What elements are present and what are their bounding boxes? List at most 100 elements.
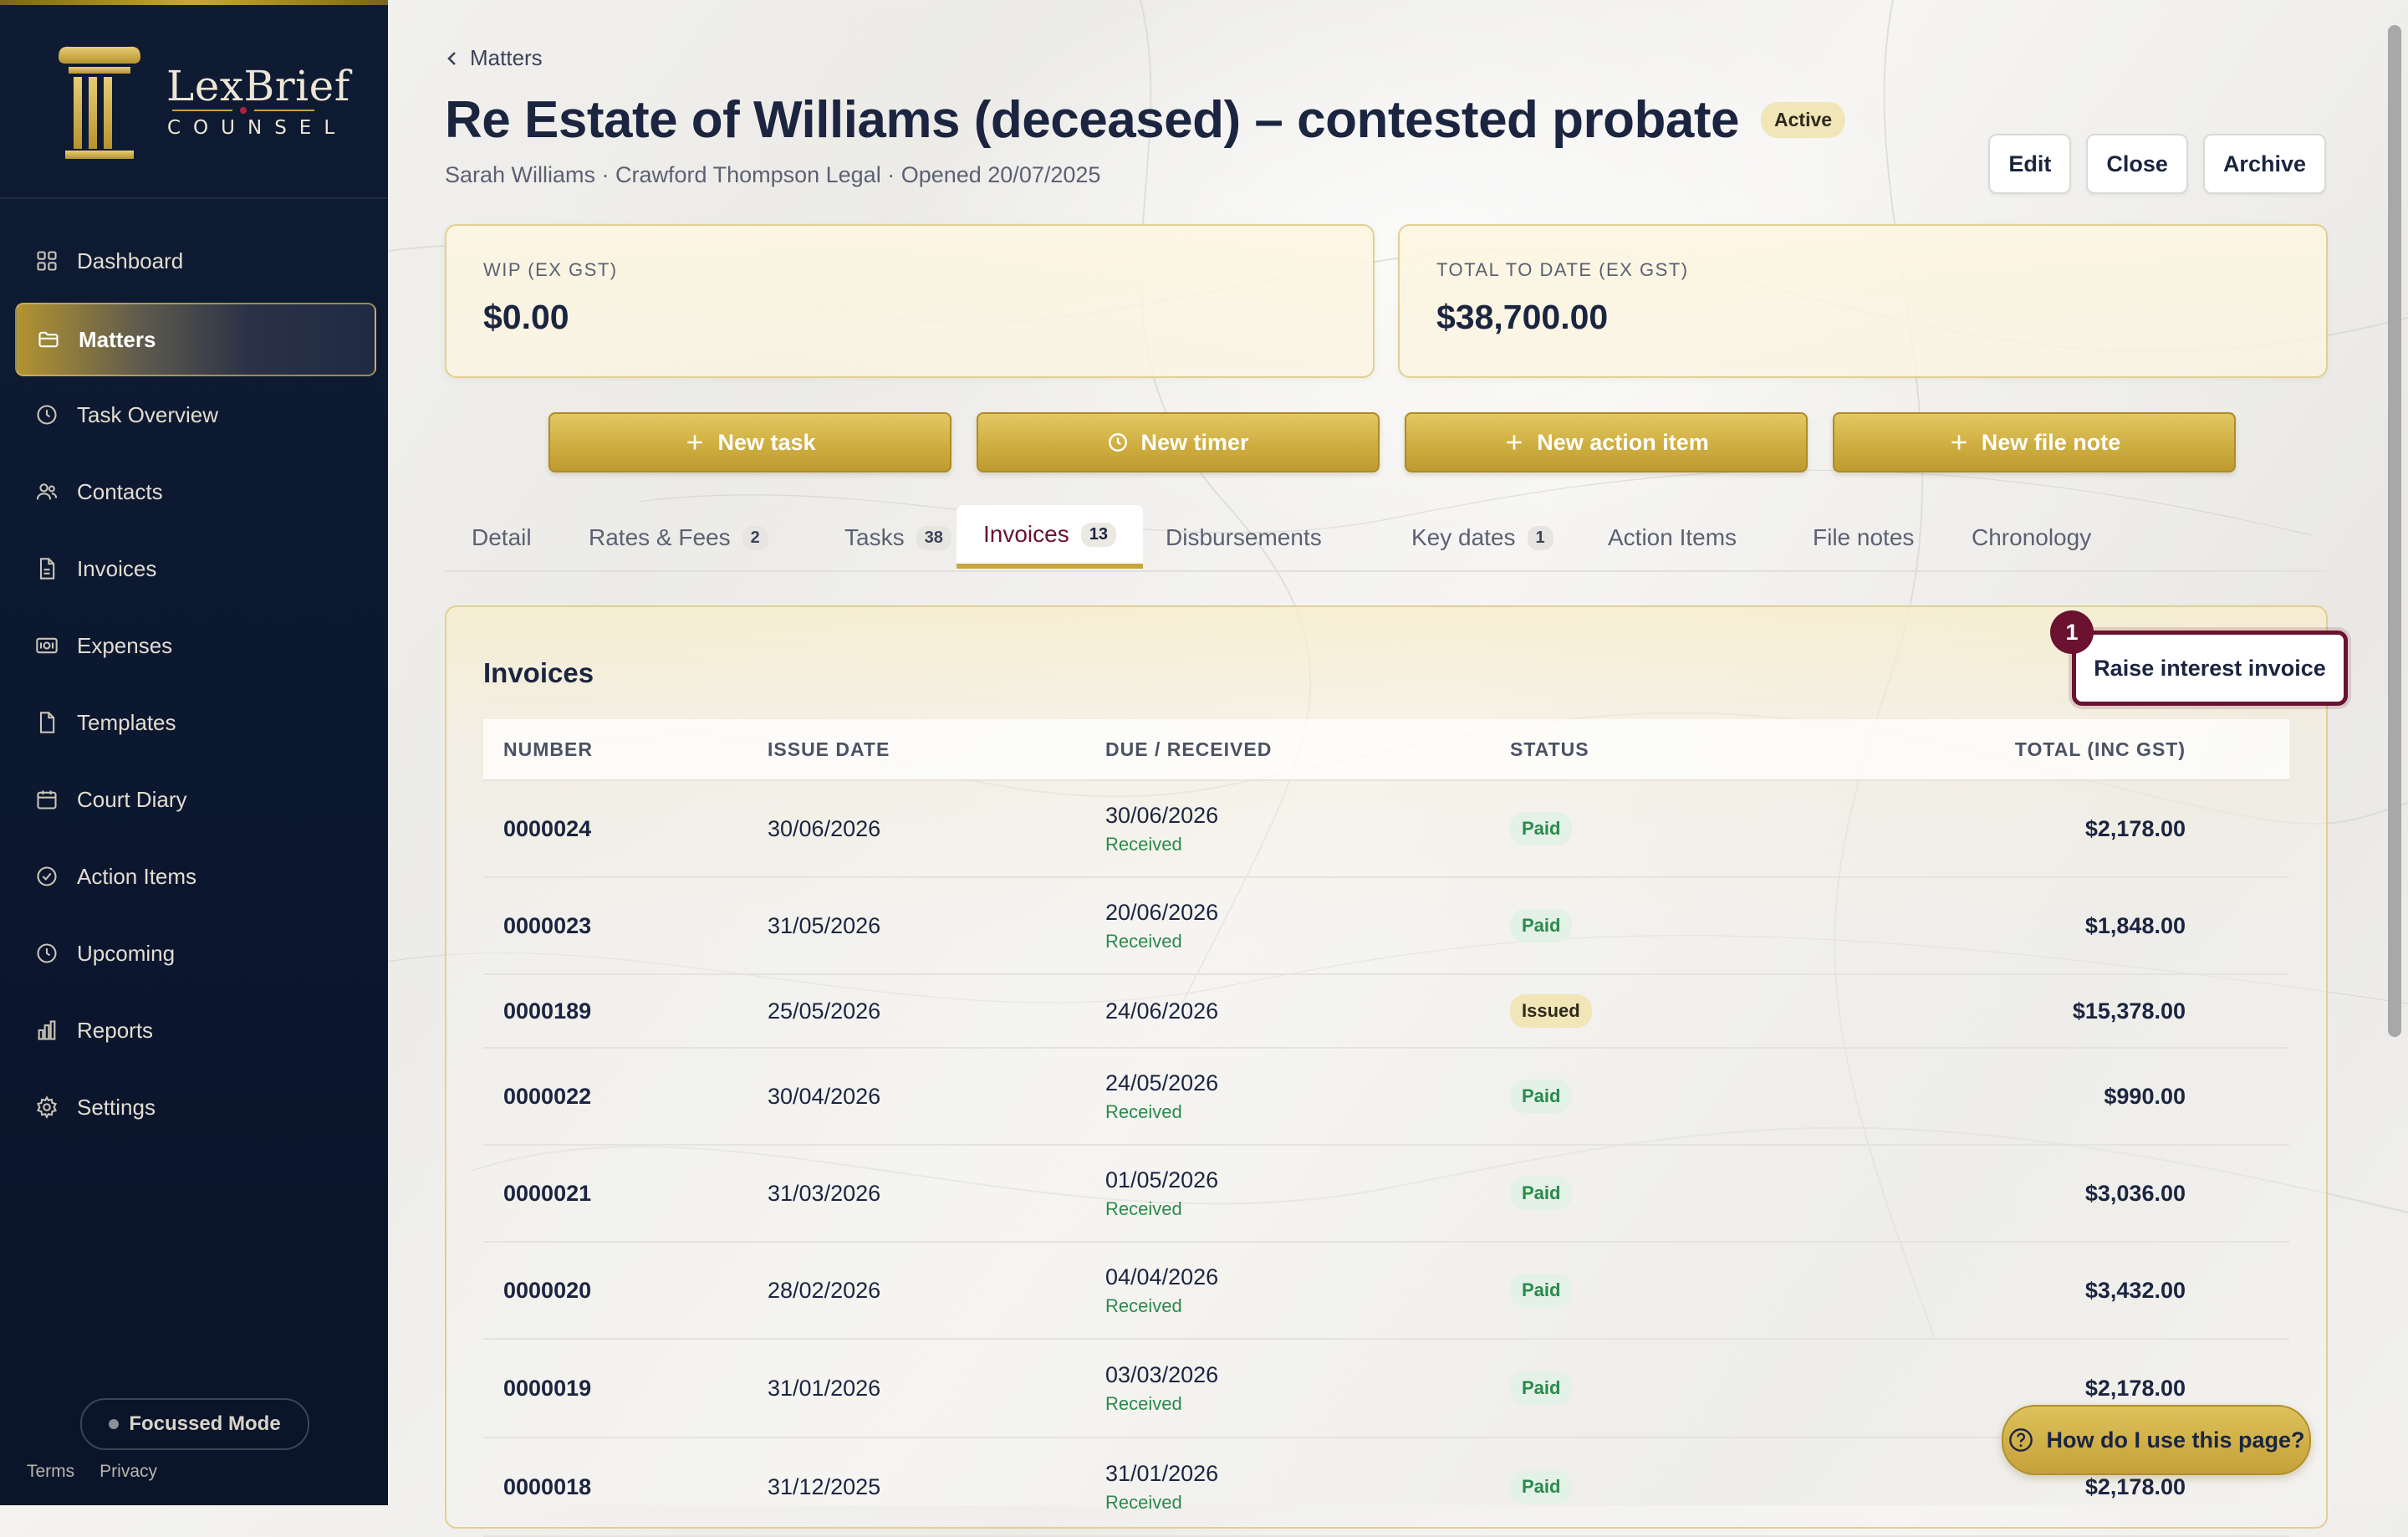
status-cell: Issued (1510, 994, 1928, 1028)
table-row[interactable]: 0000024 30/06/2026 30/06/2026 Received Pa… (483, 781, 2289, 878)
column-header-status[interactable]: STATUS (1510, 738, 1928, 761)
privacy-link[interactable]: Privacy (99, 1462, 157, 1482)
sidebar-item-invoices[interactable]: Invoices (15, 534, 373, 604)
folder-icon (37, 328, 60, 351)
wip-card: WIP (EX GST) $0.00 (445, 224, 1375, 378)
due-received-cell: 01/05/2026 Received (1105, 1167, 1510, 1220)
new-timer-label: New timer (1140, 429, 1249, 455)
raise-interest-invoice-button[interactable]: Raise interest invoice (2072, 631, 2348, 706)
brand-logo[interactable]: LexBrief COUNSEL (54, 40, 349, 166)
new-timer-button[interactable]: New timer (977, 412, 1380, 472)
tab-label: Invoices (983, 521, 1069, 547)
status-badge: Paid (1510, 909, 1573, 942)
received-label: Received (1105, 1197, 1182, 1219)
table-row[interactable]: 0000023 31/05/2026 20/06/2026 Received Pa… (483, 878, 2289, 975)
total-label: TOTAL TO DATE (EX GST) (1436, 259, 1689, 280)
received-label: Received (1105, 1100, 1182, 1122)
archive-button[interactable]: Archive (2202, 134, 2326, 194)
sidebar-item-court-diary[interactable]: Court Diary (15, 764, 373, 835)
sidebar-item-settings[interactable]: Settings (15, 1072, 373, 1142)
status-badge: Paid (1510, 1371, 1573, 1405)
sidebar-item-reports[interactable]: Reports (15, 995, 373, 1065)
invoice-total: $2,178.00 (2084, 1473, 2186, 1499)
help-button[interactable]: How do I use this page? (2002, 1405, 2311, 1475)
tab-chronology[interactable]: Chronology (1945, 505, 2118, 570)
table-row[interactable]: 0000189 25/05/2026 24/06/2026 Issued $15… (483, 975, 2289, 1049)
invoices-heading: Invoices (483, 657, 594, 688)
sidebar-item-label: Reports (77, 1017, 154, 1043)
sidebar-item-task-overview[interactable]: Task Overview (15, 380, 373, 450)
contacts-icon (35, 480, 59, 503)
edit-button[interactable]: Edit (1988, 134, 2072, 194)
title-row: Re Estate of Williams (deceased) – conte… (445, 90, 1846, 150)
invoice-number: 0000023 (503, 912, 592, 938)
clock-icon (1109, 433, 1128, 452)
status-cell: Paid (1510, 1080, 1928, 1113)
status-badge: Paid (1510, 1177, 1573, 1210)
issue-date: 30/06/2026 (768, 815, 881, 841)
footer-links: Terms Privacy (27, 1462, 157, 1482)
status-badge: Paid (1510, 1470, 1573, 1504)
sidebar-item-matters[interactable]: Matters (15, 303, 376, 376)
invoice-number: 0000189 (503, 998, 592, 1024)
tab-action-items[interactable]: Action Items (1581, 505, 1763, 570)
sidebar-item-contacts[interactable]: Contacts (15, 457, 373, 527)
due-received-cell: 24/05/2026 Received (1105, 1070, 1510, 1123)
status-badge: Paid (1510, 1274, 1573, 1307)
invoice-total: $2,178.00 (2084, 1375, 2186, 1401)
column-header-issue-date[interactable]: ISSUE DATE (768, 738, 1105, 761)
matter-tabs: Detail Rates & Fees 2 Tasks 38 Invoices 13 … (445, 505, 2326, 572)
table-row[interactable]: 0000020 28/02/2026 04/04/2026 Received Pa… (483, 1243, 2289, 1340)
tab-rates-fees[interactable]: Rates & Fees 2 (562, 505, 795, 570)
total-value: $38,700.00 (1436, 298, 1609, 336)
due-date: 30/06/2026 (1105, 802, 1219, 828)
tab-label: Chronology (1972, 524, 2092, 550)
plus-icon (1951, 435, 1967, 450)
terms-link[interactable]: Terms (27, 1462, 74, 1482)
invoice-total: $3,036.00 (2084, 1180, 2186, 1206)
document-icon (35, 711, 59, 734)
sidebar-item-label: Upcoming (77, 940, 176, 966)
sidebar-divider (0, 197, 388, 199)
status-cell: Paid (1510, 1371, 1928, 1405)
new-action-item-button[interactable]: New action item (1405, 412, 1808, 472)
table-row[interactable]: 0000021 31/03/2026 01/05/2026 Received Pa… (483, 1146, 2289, 1243)
table-header: NUMBER ISSUE DATE DUE / RECEIVED STATUS … (483, 719, 2289, 781)
received-label: Received (1105, 1294, 1182, 1316)
plus-icon (1507, 435, 1522, 450)
sidebar-item-templates[interactable]: Templates (15, 687, 373, 758)
quick-actions: New task New timer New action item New f… (548, 412, 2236, 472)
sidebar-item-upcoming[interactable]: Upcoming (15, 918, 373, 988)
sidebar-item-expenses[interactable]: Expenses (15, 610, 373, 681)
table-row[interactable]: 0000022 30/04/2026 24/05/2026 Received Pa… (483, 1049, 2289, 1146)
close-button[interactable]: Close (2086, 134, 2188, 194)
sidebar-item-label: Contacts (77, 478, 163, 504)
status-cell: Paid (1510, 812, 1928, 845)
vertical-scrollbar[interactable] (2388, 25, 2401, 1037)
sidebar-item-dashboard[interactable]: Dashboard (15, 226, 373, 296)
tab-detail[interactable]: Detail (445, 505, 559, 570)
invoice-total: $3,432.00 (2084, 1277, 2186, 1303)
issue-date: 31/01/2026 (768, 1375, 881, 1401)
tab-file-notes[interactable]: File notes (1786, 505, 1941, 570)
column-header-number[interactable]: NUMBER (483, 738, 768, 761)
sidebar-item-label: Expenses (77, 632, 173, 658)
tab-invoices[interactable]: Invoices 13 (957, 505, 1143, 569)
tab-tasks[interactable]: Tasks 38 (818, 505, 978, 570)
sidebar-item-label: Court Diary (77, 786, 187, 812)
column-header-due-received[interactable]: DUE / RECEIVED (1105, 738, 1510, 761)
tab-label: Tasks (844, 524, 905, 550)
breadcrumb-back-link[interactable]: Matters (445, 45, 543, 71)
status-badge: Paid (1510, 812, 1573, 845)
column-header-total[interactable]: TOTAL (INC GST) (1928, 738, 2186, 761)
issue-date: 31/12/2025 (768, 1473, 881, 1499)
tab-count-badge: 1 (1527, 525, 1553, 550)
new-task-button[interactable]: New task (548, 412, 951, 472)
new-file-note-button[interactable]: New file note (1833, 412, 2236, 472)
invoice-icon (35, 557, 59, 580)
focussed-mode-toggle[interactable]: Focussed Mode (80, 1398, 309, 1450)
tab-disbursements[interactable]: Disbursements (1139, 505, 1349, 570)
sidebar-item-action-items[interactable]: Action Items (15, 841, 373, 911)
tab-key-dates[interactable]: Key dates 1 (1385, 505, 1580, 570)
invoice-total: $1,848.00 (2084, 912, 2186, 938)
